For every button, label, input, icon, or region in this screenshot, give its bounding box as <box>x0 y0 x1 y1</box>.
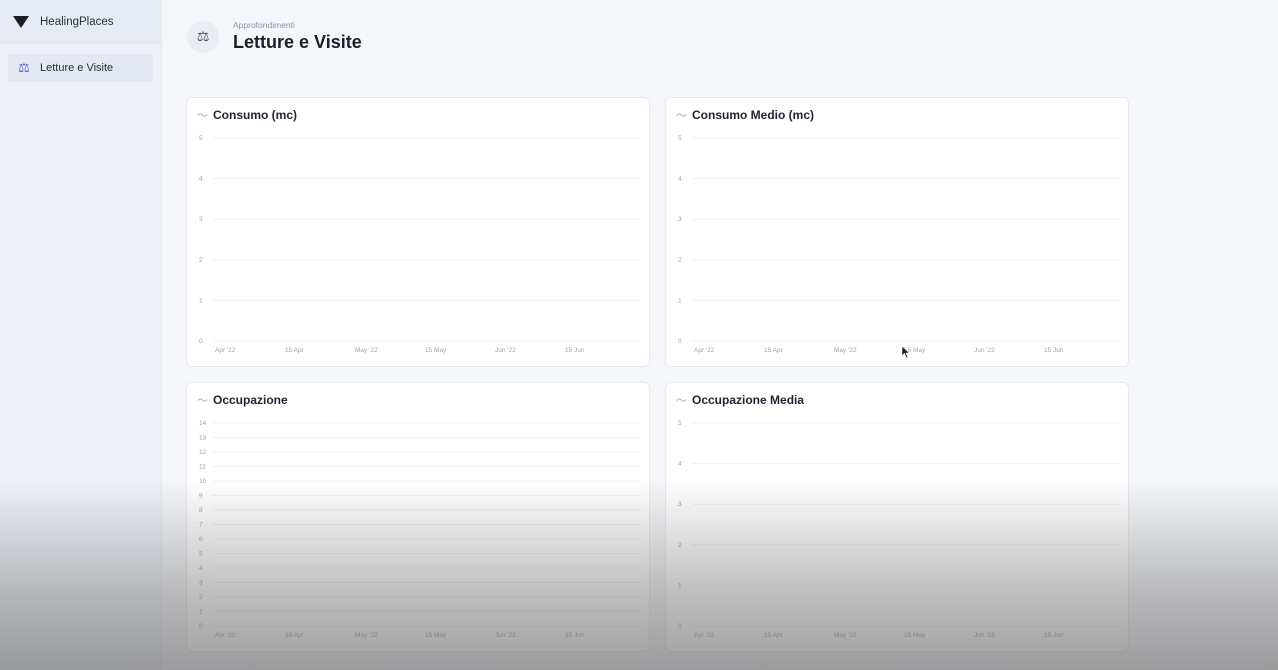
scale-icon: ⚖ <box>18 60 30 75</box>
y-tick-label: 3 <box>199 216 203 223</box>
sidebar: HealingPlaces ⚖ Letture e Visite <box>0 0 162 670</box>
y-tick-label: 11 <box>199 464 206 471</box>
y-tick-label: 6 <box>199 536 203 543</box>
y-tick-label: 9 <box>199 493 203 500</box>
y-tick-label: 10 <box>199 478 207 485</box>
sidebar-item-letture-e-visite[interactable]: ⚖ Letture e Visite <box>8 54 153 82</box>
y-tick-label: 4 <box>199 176 203 183</box>
page-header: ⚖ Approfondimenti Letture e Visite <box>187 20 362 53</box>
shield-logo-icon <box>13 16 29 28</box>
page-title: Letture e Visite <box>233 32 362 52</box>
y-tick-label: 1 <box>678 582 682 589</box>
x-tick-label: 15 Apr <box>285 632 305 639</box>
chart-card-consumo-medio: 〜 Consumo Medio (mc) 0 1 2 3 4 5 Apr '22 15 Apr M… <box>665 97 1129 367</box>
brand[interactable]: HealingPlaces <box>0 0 161 44</box>
y-tick-label: 2 <box>199 594 203 601</box>
x-tick-label: 15 Jun <box>565 632 585 639</box>
x-tick-label: Apr '22 <box>215 347 236 354</box>
y-tick-label: 1 <box>199 609 203 616</box>
y-tick-label: 4 <box>678 176 682 183</box>
y-tick-label: 0 <box>678 338 682 345</box>
x-tick-label: 15 Jun <box>1044 347 1064 354</box>
y-tick-label: 14 <box>199 420 207 427</box>
y-tick-label: 2 <box>678 257 682 264</box>
chart-plot: 0 1 2 3 4 5 Apr '22 15 Apr May '22 15 May Jun '22 1… <box>199 135 641 354</box>
x-tick-label: 15 May <box>425 347 447 354</box>
chart-plot: 01234567891011121314Apr '22 15 Apr May '22… <box>199 420 641 639</box>
chart-card-consumo: 〜 Consumo (mc) 0 1 2 3 4 5 Apr '22 15 Apr May '22… <box>186 97 650 367</box>
y-tick-label: 7 <box>199 522 203 529</box>
y-tick-label: 3 <box>678 501 682 508</box>
x-tick-label: Jun '22 <box>495 632 516 639</box>
y-tick-label: 5 <box>678 420 682 427</box>
x-tick-label: May '22 <box>834 347 857 354</box>
x-tick-label: Apr '22 <box>694 347 715 354</box>
brand-name: HealingPlaces <box>40 16 114 28</box>
y-tick-label: 12 <box>199 449 207 456</box>
y-tick-label: 5 <box>199 551 203 558</box>
y-tick-label: 4 <box>199 565 203 572</box>
y-tick-label: 0 <box>199 623 203 630</box>
chart-card-occupazione-media: 〜 Occupazione Media 0 1 2 3 4 5 Apr '22 15 Apr Ma… <box>665 382 1129 652</box>
y-tick-label: 2 <box>199 257 203 264</box>
y-tick-label: 0 <box>199 338 203 345</box>
y-tick-label: 4 <box>678 461 682 468</box>
x-tick-label: 15 Jun <box>565 347 585 354</box>
y-tick-label: 5 <box>678 135 682 142</box>
page-supertitle: Approfondimenti <box>233 20 295 30</box>
y-tick-label: 2 <box>678 542 682 549</box>
y-tick-label: 3 <box>678 216 682 223</box>
x-tick-label: May '22 <box>355 632 378 639</box>
sidebar-item-label: Letture e Visite <box>40 62 114 74</box>
x-tick-label: 15 May <box>425 632 447 639</box>
chart-card-occupazione: 〜 Occupazione 0 1 2 3 4 5 6 7 8 9 10 11 12 13 14 Apr '22… <box>186 382 650 652</box>
x-tick-label: 15 Apr <box>764 347 784 354</box>
x-tick-label: Apr '22 <box>215 632 236 639</box>
x-tick-label: Jun '22 <box>495 347 516 354</box>
scale-icon: ⚖ <box>187 20 219 53</box>
y-tick-label: 1 <box>199 297 203 304</box>
y-tick-label: 0 <box>678 623 682 630</box>
x-tick-label: Apr '22 <box>694 632 715 639</box>
x-tick-label: May '22 <box>834 632 857 639</box>
x-tick-label: 15 Apr <box>285 347 305 354</box>
y-tick-label: 13 <box>199 435 207 442</box>
y-tick-label: 3 <box>199 580 203 587</box>
x-tick-label: Jun '22 <box>974 632 995 639</box>
chart-plot: 0 1 2 3 4 5 Apr '22 15 Apr May '22 15 May Jun '22 1… <box>678 420 1120 639</box>
x-tick-label: Jun '22 <box>974 347 995 354</box>
x-tick-label: May '22 <box>355 347 378 354</box>
y-tick-label: 5 <box>199 135 203 142</box>
x-tick-label: 15 Apr <box>764 632 784 639</box>
y-tick-label: 1 <box>678 297 682 304</box>
x-tick-label: 15 Jun <box>1044 632 1064 639</box>
y-tick-label: 8 <box>199 507 203 514</box>
chart-plot: 012345Apr '22 15 Apr May '22 15 May Jun '22 1… <box>678 135 1120 354</box>
mouse-cursor-icon <box>901 345 911 359</box>
x-tick-label: 15 May <box>904 632 926 639</box>
